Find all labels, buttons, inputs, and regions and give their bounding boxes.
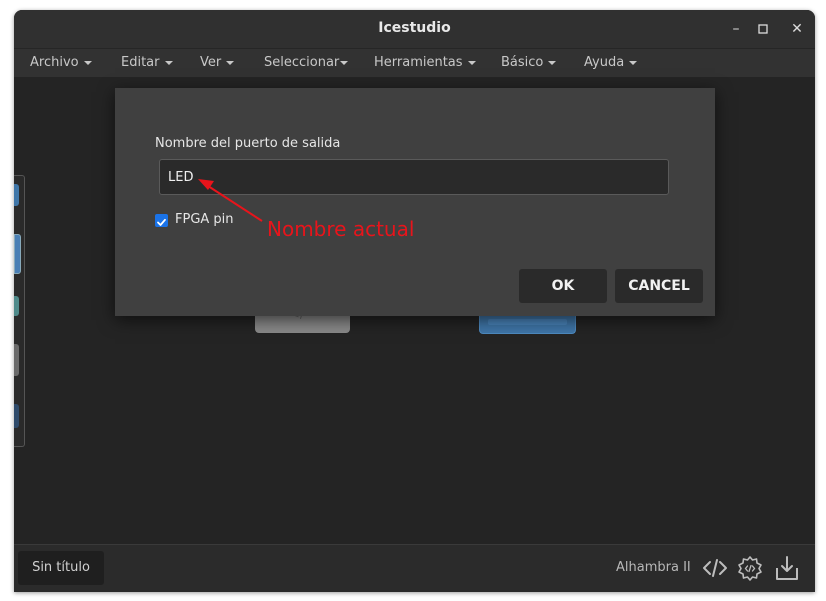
menu-archivo[interactable]: Archivo: [30, 55, 92, 70]
filename-tab[interactable]: Sin título: [18, 551, 104, 585]
caret-down-icon: [83, 60, 92, 65]
check-icon: [157, 218, 166, 226]
caret-down-icon: [629, 60, 638, 65]
toolbox-item[interactable]: [14, 404, 19, 428]
menu-label: Archivo: [30, 55, 79, 70]
menu-basico[interactable]: Básico: [501, 55, 557, 70]
port-name-label: Nombre del puerto de salida: [155, 136, 341, 151]
menu-label: Ayuda: [584, 55, 625, 70]
annotation-label: Nombre actual: [267, 217, 415, 241]
menu-ayuda[interactable]: Ayuda: [584, 55, 638, 70]
caret-down-icon: [467, 60, 476, 65]
menu-herramientas[interactable]: Herramientas: [374, 55, 476, 70]
bottom-bar: Sin título Alhambra II: [14, 544, 815, 592]
menu-editar[interactable]: Editar: [121, 55, 173, 70]
window-title: Icestudio: [378, 20, 451, 36]
toolbox-item[interactable]: [14, 344, 19, 376]
settings-gear-icon[interactable]: [735, 553, 765, 583]
caret-down-icon: [340, 60, 349, 65]
menubar: Archivo Editar Ver Seleccionar Herramien…: [14, 48, 815, 77]
caret-down-icon: [164, 60, 173, 65]
menu-seleccionar[interactable]: Seleccionar: [264, 55, 349, 70]
maximize-button[interactable]: [753, 19, 773, 39]
caret-down-icon: [548, 60, 557, 65]
titlebar: Icestudio – ✕: [14, 10, 815, 48]
caret-down-icon: [226, 60, 235, 65]
close-button[interactable]: ✕: [787, 19, 807, 39]
maximize-icon: [758, 24, 768, 34]
toolbox-panel[interactable]: [14, 175, 25, 447]
menu-label: Básico: [501, 55, 544, 70]
code-icon[interactable]: [700, 553, 730, 583]
board-name[interactable]: Alhambra II: [616, 560, 691, 575]
fpga-pin-label: FPGA pin: [175, 212, 234, 227]
toolbox-item[interactable]: [14, 234, 21, 274]
block-bar: [488, 319, 567, 325]
cancel-button[interactable]: CANCEL: [615, 269, 703, 303]
minimize-button[interactable]: –: [726, 19, 746, 39]
download-icon[interactable]: [772, 553, 802, 583]
menu-label: Ver: [200, 55, 222, 70]
output-port-dialog: Nombre del puerto de salida FPGA pin OK …: [115, 88, 715, 316]
menu-label: Editar: [121, 55, 160, 70]
ok-button[interactable]: OK: [519, 269, 607, 303]
toolbox-item[interactable]: [14, 296, 19, 316]
menu-label: Seleccionar: [264, 55, 340, 70]
fpga-pin-checkbox[interactable]: [155, 214, 168, 227]
menu-label: Herramientas: [374, 55, 463, 70]
port-name-input[interactable]: [159, 159, 669, 195]
toolbox-item[interactable]: [14, 184, 19, 206]
menu-ver[interactable]: Ver: [200, 55, 235, 70]
